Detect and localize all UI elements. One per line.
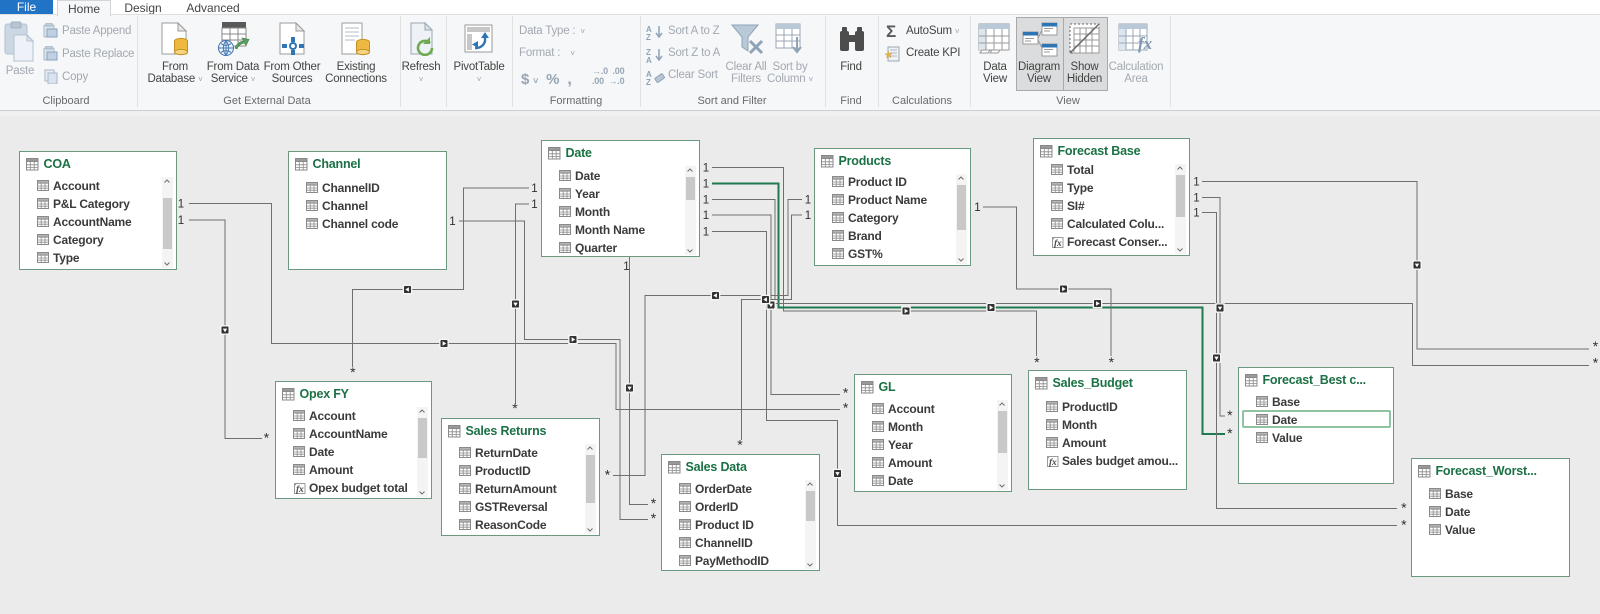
svg-text:*: * — [737, 437, 743, 453]
svg-text:1: 1 — [1193, 208, 1199, 220]
svg-text:*: * — [1401, 517, 1407, 533]
svg-text:fx: fx — [1054, 239, 1062, 248]
svg-text:*: * — [605, 467, 611, 483]
svg-text:1: 1 — [531, 199, 537, 211]
svg-text:*: * — [1227, 407, 1233, 423]
svg-text:*: * — [512, 400, 518, 416]
svg-text:1: 1 — [703, 179, 709, 191]
svg-text:1: 1 — [178, 215, 184, 227]
svg-text:*: * — [1034, 354, 1040, 370]
svg-text:*: * — [264, 430, 270, 446]
svg-text:*: * — [1109, 354, 1115, 370]
svg-text:1: 1 — [974, 202, 980, 214]
svg-text:1: 1 — [805, 195, 811, 207]
svg-text:fx: fx — [296, 485, 304, 494]
svg-text:*: * — [1227, 425, 1233, 441]
svg-text:1: 1 — [703, 163, 709, 175]
svg-text:1: 1 — [449, 216, 455, 228]
svg-text:1: 1 — [703, 210, 709, 222]
svg-text:1: 1 — [623, 261, 629, 273]
svg-text:*: * — [843, 400, 849, 416]
svg-text:*: * — [1401, 500, 1407, 516]
svg-text:1: 1 — [1193, 177, 1199, 189]
svg-text:1: 1 — [1193, 193, 1199, 205]
svg-text:1: 1 — [703, 227, 709, 239]
svg-text:*: * — [843, 385, 849, 401]
svg-text:*: * — [1593, 355, 1599, 371]
svg-text:*: * — [350, 364, 356, 380]
svg-text:fx: fx — [1049, 458, 1057, 467]
svg-text:1: 1 — [805, 210, 811, 222]
svg-text:1: 1 — [531, 183, 537, 195]
svg-text:*: * — [651, 510, 657, 526]
svg-text:1: 1 — [178, 199, 184, 211]
svg-text:*: * — [1593, 338, 1599, 354]
svg-text:1: 1 — [703, 195, 709, 207]
svg-text:*: * — [651, 495, 657, 511]
